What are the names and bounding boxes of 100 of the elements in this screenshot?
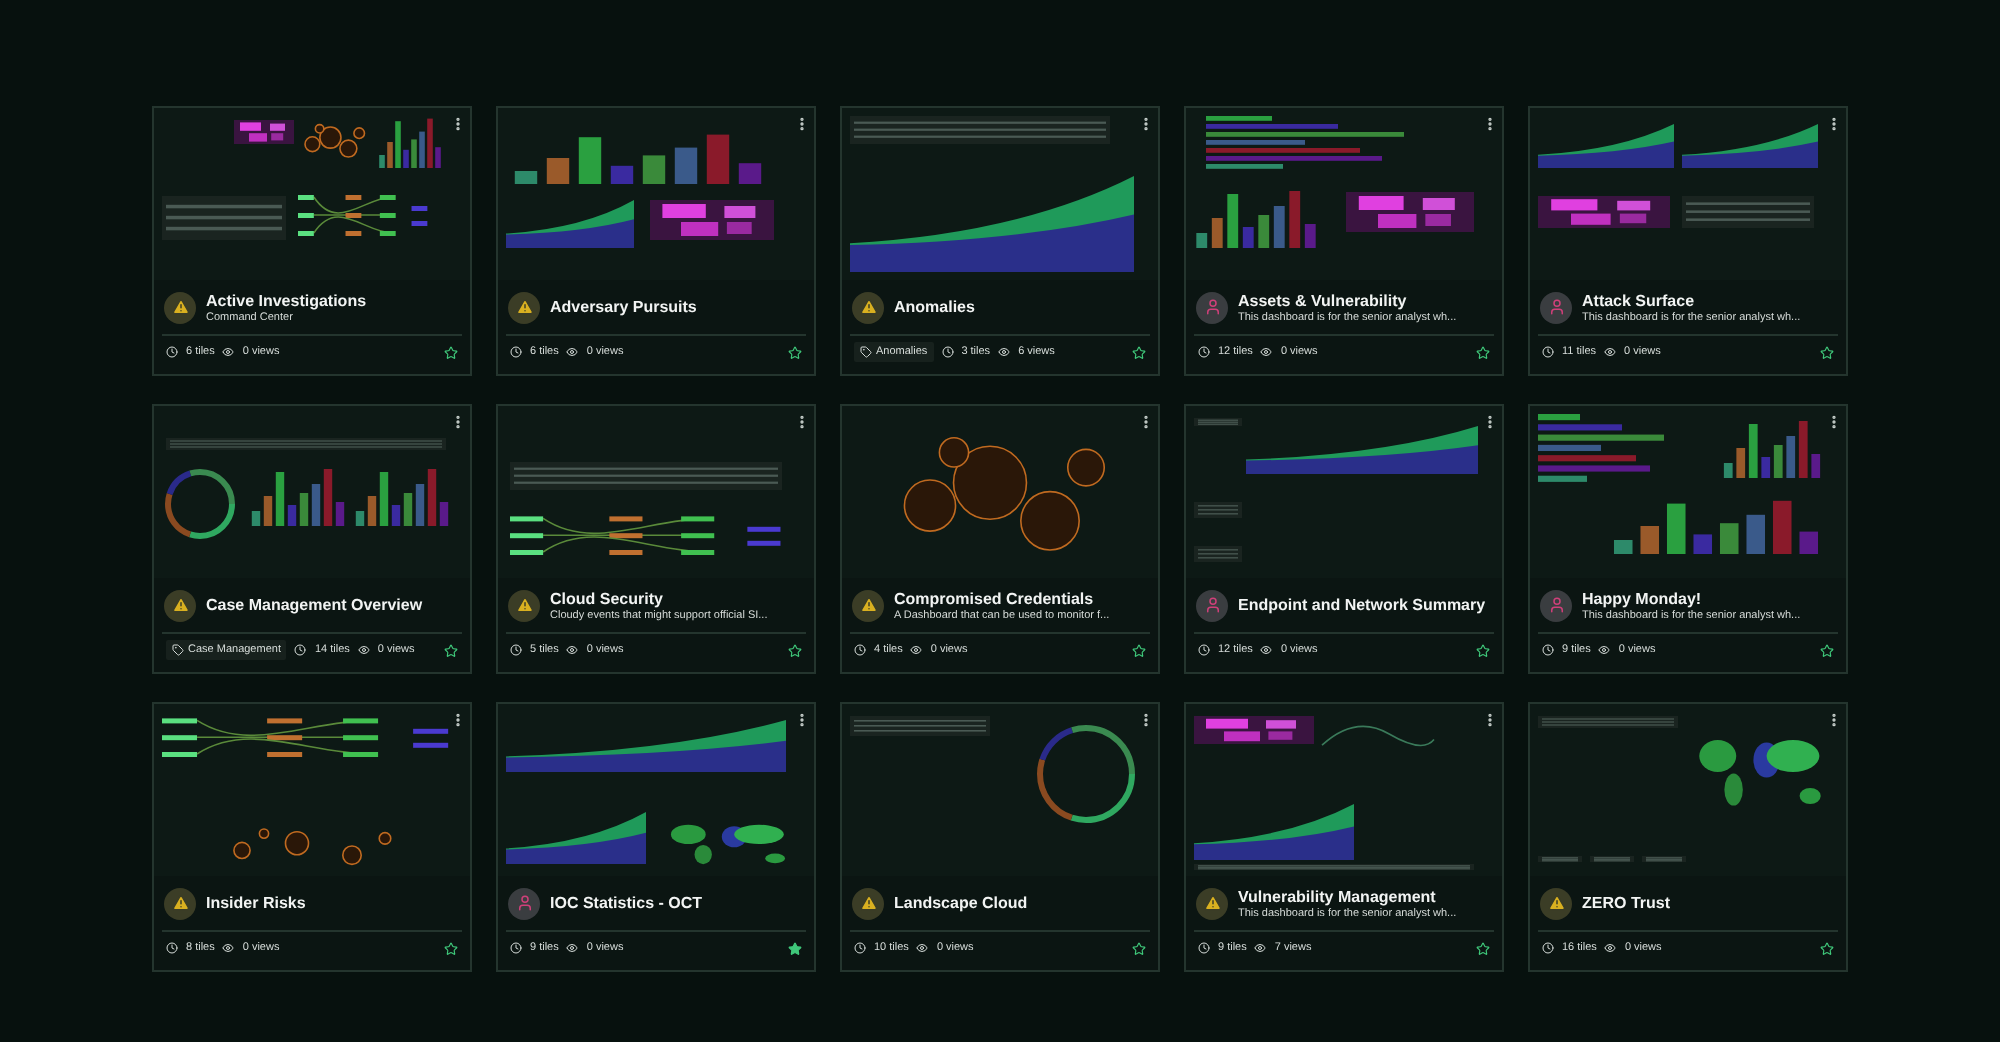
- person-icon: [1203, 596, 1221, 614]
- more-vertical-icon: [1826, 414, 1842, 430]
- warning-icon: [859, 894, 877, 912]
- star-button[interactable]: [1820, 643, 1834, 657]
- person-icon: [515, 894, 533, 912]
- more-vertical-icon: [794, 116, 810, 132]
- more-menu-button[interactable]: [450, 412, 466, 432]
- eye-icon: [1260, 644, 1273, 656]
- dashboard-title: Anomalies: [894, 298, 975, 316]
- more-menu-button[interactable]: [450, 114, 466, 134]
- star-button[interactable]: [1820, 941, 1834, 955]
- more-vertical-icon: [794, 414, 810, 430]
- eye-icon: [1604, 942, 1617, 954]
- star-button[interactable]: [444, 643, 458, 657]
- star-button[interactable]: [1476, 345, 1490, 359]
- more-menu-button[interactable]: [1826, 412, 1842, 432]
- warning-icon: [1547, 894, 1565, 912]
- warning-icon: [1203, 894, 1221, 912]
- star-button[interactable]: [788, 941, 802, 955]
- clock-icon: [510, 942, 522, 954]
- more-menu-button[interactable]: [1482, 412, 1498, 432]
- warning-icon: [171, 596, 189, 614]
- clock-icon: [166, 346, 178, 358]
- star-button[interactable]: [444, 345, 458, 359]
- more-vertical-icon: [1482, 116, 1498, 132]
- clock-icon: [1198, 644, 1210, 656]
- more-menu-button[interactable]: [1482, 710, 1498, 730]
- clock-icon: [854, 942, 866, 954]
- clock-icon: [1198, 942, 1210, 954]
- clock-icon: [510, 346, 522, 358]
- clock-icon: [854, 644, 866, 656]
- eye-icon: [1260, 346, 1273, 358]
- clock-icon: [941, 346, 954, 358]
- eye-icon: [566, 346, 579, 358]
- warning-icon: [171, 298, 189, 316]
- more-vertical-icon: [1482, 712, 1498, 728]
- more-vertical-icon: [1826, 712, 1842, 728]
- more-menu-button[interactable]: [1826, 710, 1842, 730]
- more-vertical-icon: [794, 712, 810, 728]
- eye-icon: [357, 644, 370, 656]
- eye-icon: [910, 644, 923, 656]
- eye-icon: [566, 644, 579, 656]
- tag-icon: [172, 644, 184, 656]
- dashboard-title: IOC Statistics - OCT: [550, 894, 703, 912]
- clock-icon: [1542, 942, 1554, 954]
- dashboard-title: Happy Monday!: [1582, 589, 1702, 607]
- eye-icon: [566, 942, 579, 954]
- more-vertical-icon: [450, 712, 466, 728]
- star-button[interactable]: [1132, 345, 1146, 359]
- star-button[interactable]: [1132, 643, 1146, 657]
- dashboard-title: ZERO Trust: [1582, 894, 1671, 912]
- star-button[interactable]: [788, 345, 802, 359]
- star-button[interactable]: [1476, 643, 1490, 657]
- warning-icon: [859, 298, 877, 316]
- star-button[interactable]: [1132, 941, 1146, 955]
- eye-icon: [222, 346, 235, 358]
- clock-icon: [510, 644, 522, 656]
- dashboard-title: Vulnerability Management: [1238, 887, 1438, 905]
- person-icon: [1203, 298, 1221, 316]
- more-vertical-icon: [1138, 414, 1154, 430]
- warning-icon: [171, 894, 189, 912]
- dashboard-title: Attack Surface: [1582, 291, 1697, 309]
- clock-icon: [1198, 346, 1210, 358]
- more-vertical-icon: [450, 116, 466, 132]
- eye-icon: [1598, 644, 1611, 656]
- eye-icon: [1604, 346, 1617, 358]
- more-menu-button[interactable]: [1138, 114, 1154, 134]
- eye-icon: [222, 942, 235, 954]
- clock-icon: [294, 644, 307, 656]
- more-vertical-icon: [1826, 116, 1842, 132]
- more-menu-button[interactable]: [794, 412, 810, 432]
- warning-icon: [515, 596, 533, 614]
- dashboard-title: Cloud Security: [550, 589, 663, 607]
- star-button[interactable]: [1476, 941, 1490, 955]
- clock-icon: [1542, 644, 1554, 656]
- more-vertical-icon: [1482, 414, 1498, 430]
- star-button[interactable]: [444, 941, 458, 955]
- dashboard-title: Assets & Vulnerability: [1238, 291, 1407, 309]
- more-vertical-icon: [1138, 116, 1154, 132]
- dashboard-title: Endpoint and Network Summary: [1238, 596, 1486, 614]
- dashboard-title: Case Management Overview: [206, 596, 423, 614]
- more-menu-button[interactable]: [1826, 114, 1842, 134]
- eye-icon: [1254, 942, 1267, 954]
- star-button[interactable]: [1820, 345, 1834, 359]
- dashboard-title: Compromised Credentials: [894, 589, 1096, 607]
- clock-icon: [166, 942, 178, 954]
- eye-icon: [998, 346, 1011, 358]
- more-vertical-icon: [1138, 712, 1154, 728]
- more-menu-button[interactable]: [1138, 710, 1154, 730]
- more-menu-button[interactable]: [794, 114, 810, 134]
- more-menu-button[interactable]: [450, 710, 466, 730]
- dashboard-title: Insider Risks: [206, 894, 306, 912]
- warning-icon: [515, 298, 533, 316]
- more-menu-button[interactable]: [794, 710, 810, 730]
- dashboard-title: Active Investigations: [206, 291, 367, 309]
- more-menu-button[interactable]: [1138, 412, 1154, 432]
- star-button[interactable]: [788, 643, 802, 657]
- warning-icon: [859, 596, 877, 614]
- more-menu-button[interactable]: [1482, 114, 1498, 134]
- person-icon: [1547, 596, 1565, 614]
